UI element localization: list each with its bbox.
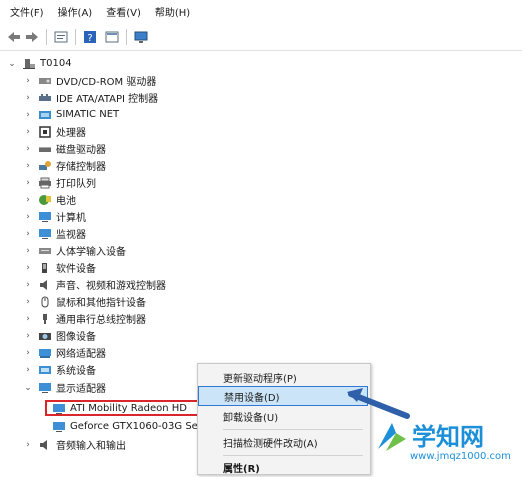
watermark-logo: 学知网 www.jmqz1000.com [372,415,522,469]
toolbar-separator [126,29,127,45]
chevron-right-icon[interactable]: › [22,330,34,342]
menu-update-driver[interactable]: 更新驱动程序(P) [198,367,368,387]
menu-divider [223,455,363,456]
tree-item-mouse[interactable]: › 鼠标和其他指针设备 [22,293,146,310]
tree-item-ide[interactable]: › IDE ATA/ATAPI 控制器 [22,89,158,106]
keyboard-icon [38,245,52,257]
chevron-down-icon[interactable]: ⌄ [6,58,18,70]
tree-item-system[interactable]: › 系统设备 [22,361,96,378]
chevron-right-icon[interactable]: › [22,194,34,206]
chevron-right-icon[interactable]: › [22,364,34,376]
tree-item-sound[interactable]: › 声音、视频和游戏控制器 [22,276,166,293]
menu-file[interactable]: 文件(F) [10,4,44,19]
chevron-right-icon[interactable]: › [22,347,34,359]
tree-item-simatic[interactable]: › SIMATIC NET [22,106,119,123]
tree-item-dvd[interactable]: › DVD/CD-ROM 驱动器 [22,72,156,89]
printer-icon [38,177,52,189]
chevron-right-icon[interactable]: › [22,245,34,257]
menu-bar: 文件(F) 操作(A) 查看(V) 帮助(H) [0,0,522,22]
chevron-right-icon[interactable]: › [22,75,34,87]
help-icon[interactable]: ? [82,29,98,45]
tree-item-imaging[interactable]: › 图像设备 [22,327,96,344]
svg-text:?: ? [87,33,92,44]
toolbar-separator [75,29,76,45]
tree-item-processor[interactable]: › 处理器 [22,123,86,140]
ide-controller-icon [38,92,52,104]
chevron-down-icon[interactable]: ⌄ [22,382,34,394]
chevron-right-icon[interactable]: › [22,439,34,451]
chevron-right-icon[interactable]: › [22,313,34,325]
tree-root-label: T0104 [40,58,72,69]
chevron-right-icon[interactable]: › [22,296,34,308]
monitor-icon[interactable] [133,29,149,45]
tree-item-usb[interactable]: › 通用串行总线控制器 [22,310,146,327]
tree-item-display[interactable]: ⌄ 显示适配器 [22,379,106,396]
network-adapter-icon [38,347,52,359]
tree-item-software[interactable]: › 软件设备 [22,259,96,276]
toolbar: ? [0,24,522,50]
tree-item-audio-io[interactable]: › 音频输入和输出 [22,436,126,453]
tree-item-hid[interactable]: › 人体学输入设备 [22,242,126,259]
menu-action[interactable]: 操作(A) [58,4,93,19]
forward-arrow-icon[interactable] [24,29,40,45]
chevron-right-icon[interactable]: › [22,160,34,172]
view-icon[interactable] [104,29,120,45]
computer-icon [22,58,36,70]
toolbar-separator [46,29,47,45]
tree-item-storage[interactable]: › 存储控制器 [22,157,106,174]
dvd-drive-icon [38,75,52,87]
tree-item-disk[interactable]: › 磁盘驱动器 [22,140,106,157]
monitor-icon [38,228,52,240]
battery-icon [38,194,52,206]
software-device-icon [38,262,52,274]
usb-icon [38,313,52,325]
speaker-icon [38,439,52,451]
display-adapter-icon [52,421,66,433]
tree-item-network[interactable]: › 网络适配器 [22,344,106,361]
toolbar-divider [0,50,522,51]
chevron-right-icon[interactable]: › [22,177,34,189]
tree-item-battery[interactable]: › 电池 [22,191,76,208]
chevron-right-icon[interactable]: › [22,211,34,223]
computer-monitor-icon [38,211,52,223]
tree-child-geforce[interactable]: Geforce GTX1060-03G Se [48,418,198,435]
watermark-title: 学知网 [412,423,484,451]
menu-uninstall-device[interactable]: 卸载设备(U) [198,406,368,426]
chevron-right-icon[interactable]: › [22,109,34,121]
disk-drive-icon [38,143,52,155]
tree-item-print-queue[interactable]: › 打印队列 [22,174,96,191]
watermark-url: www.jmqz1000.com [410,451,511,462]
storage-controller-icon [38,160,52,172]
menu-divider [223,429,363,430]
tree-root[interactable]: ⌄ T0104 [6,55,72,72]
chevron-right-icon[interactable]: › [22,92,34,104]
menu-scan-hardware[interactable]: 扫描检测硬件改动(A) [198,432,368,452]
menu-help[interactable]: 帮助(H) [155,4,190,19]
camera-icon [38,330,52,342]
menu-properties[interactable]: 属性(R) [198,457,368,477]
chevron-right-icon[interactable]: › [22,228,34,240]
chevron-right-icon[interactable]: › [22,262,34,274]
chevron-right-icon[interactable]: › [22,279,34,291]
back-arrow-icon[interactable] [6,29,22,45]
menu-view[interactable]: 查看(V) [106,4,141,19]
tree-item-monitor[interactable]: › 监视器 [22,225,86,242]
chevron-right-icon[interactable]: › [22,126,34,138]
display-adapter-icon [38,382,52,394]
logo-mark-icon [378,423,406,451]
mouse-icon [38,296,52,308]
speaker-icon [38,279,52,291]
system-device-icon [38,364,52,376]
tree-item-computer[interactable]: › 计算机 [22,208,86,225]
properties-icon[interactable] [53,29,69,45]
chevron-right-icon[interactable]: › [22,143,34,155]
highlight-box [45,400,201,416]
network-card-icon [38,109,52,121]
processor-icon [38,125,52,138]
menu-disable-device[interactable]: 禁用设备(D) [198,386,368,406]
